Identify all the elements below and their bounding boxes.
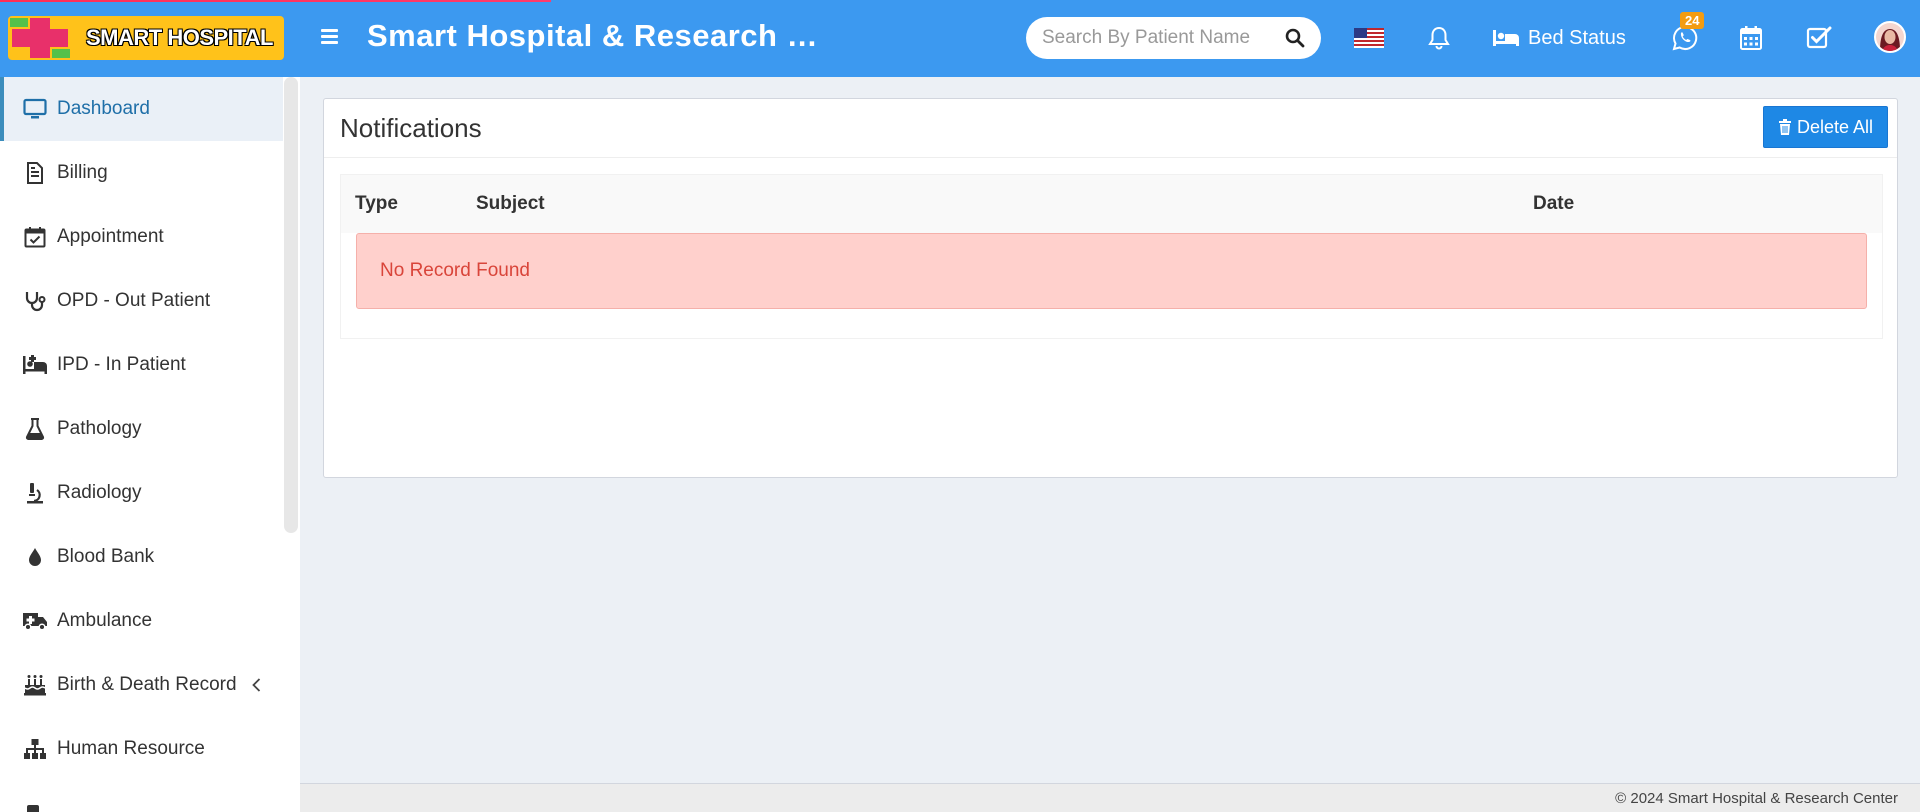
delete-all-button[interactable]: Delete All — [1763, 106, 1888, 148]
ambulance-icon — [22, 608, 48, 634]
sidebar-item-radiology[interactable]: Radiology — [0, 461, 283, 525]
sidebar-item-label: Appointment — [57, 226, 164, 247]
search-input[interactable] — [1042, 27, 1262, 49]
monitor-icon — [22, 96, 48, 122]
us-flag-icon[interactable] — [1354, 28, 1384, 48]
sidebar-item-opd[interactable]: OPD - Out Patient — [0, 269, 283, 333]
task-check-icon[interactable] — [1803, 22, 1835, 54]
notifications-panel: Notifications Delete All Type Subject Da… — [323, 98, 1898, 478]
flask-icon — [22, 416, 48, 442]
bed-status-label: Bed Status — [1528, 26, 1626, 49]
microscope-icon — [22, 480, 48, 506]
calendar-check-icon — [22, 224, 48, 250]
menu-icon[interactable] — [318, 26, 342, 50]
table-header: Type Subject Date — [341, 175, 1882, 233]
sidebar-item-label: Billing — [57, 162, 108, 183]
sidebar-item-label: Birth & Death Record — [57, 674, 237, 695]
bed-status-button[interactable]: Bed Status — [1492, 22, 1632, 54]
bell-icon[interactable] — [1424, 22, 1454, 54]
app-title: Smart Hospital & Research Center — [367, 18, 837, 53]
calendar-icon[interactable] — [1736, 22, 1766, 54]
logo-cross-icon — [8, 16, 74, 60]
trash-icon — [1778, 119, 1791, 135]
column-header-type: Type — [355, 193, 398, 214]
sidebar-item-pathology[interactable]: Pathology — [0, 397, 283, 461]
birthday-cake-icon — [22, 672, 48, 698]
sidebar-item-label: Dashboard — [57, 98, 150, 119]
search-icon[interactable] — [1285, 28, 1305, 48]
page-title: Notifications — [340, 113, 482, 143]
sidebar-next-item-icon — [27, 805, 39, 812]
search-bar — [1026, 17, 1321, 59]
sidebar-item-label: OPD - Out Patient — [57, 290, 211, 311]
stethoscope-icon — [22, 288, 48, 314]
blood-drop-icon — [22, 544, 48, 570]
empty-state-alert: No Record Found — [356, 233, 1867, 309]
sitemap-icon — [22, 736, 48, 762]
delete-all-label: Delete All — [1796, 116, 1874, 137]
sidebar-item-blood-bank[interactable]: Blood Bank — [0, 525, 283, 589]
notifications-table: Type Subject Date No Record Found — [340, 174, 1883, 339]
sidebar-item-label: Blood Bank — [57, 546, 155, 567]
user-avatar[interactable] — [1874, 21, 1906, 53]
empty-state-message: No Record Found — [380, 260, 530, 281]
sidebar-item-billing[interactable]: Billing — [0, 141, 283, 205]
sidebar-item-human-resource[interactable]: Human Resource — [0, 717, 283, 781]
sidebar: Dashboard Billing Appointment OPD - Out … — [0, 77, 300, 812]
logo-text: SMART HOSPITAL — [86, 25, 273, 50]
panel-header: Notifications Delete All — [324, 99, 1897, 158]
footer: © 2024 Smart Hospital & Research Center — [300, 783, 1920, 812]
sidebar-item-appointment[interactable]: Appointment — [0, 205, 283, 269]
bed-icon — [1493, 30, 1519, 46]
hospital-bed-icon — [22, 352, 48, 378]
copyright-text: © 2024 Smart Hospital & Research Center — [1615, 790, 1898, 807]
sidebar-item-label: Ambulance — [57, 610, 153, 631]
sidebar-item-ipd[interactable]: IPD - In Patient — [0, 333, 283, 397]
column-header-subject: Subject — [476, 193, 545, 214]
invoice-icon — [22, 160, 48, 186]
sidebar-item-ambulance[interactable]: Ambulance — [0, 589, 283, 653]
sidebar-scrollbar[interactable] — [284, 77, 298, 533]
hospital-logo[interactable]: SMART HOSPITAL — [8, 16, 284, 60]
chevron-left-icon[interactable] — [247, 675, 267, 695]
sidebar-item-dashboard[interactable]: Dashboard — [0, 77, 283, 141]
sidebar-item-birth-death-record[interactable]: Birth & Death Record — [0, 653, 283, 717]
sidebar-item-label: Pathology — [57, 418, 142, 439]
sidebar-item-label: Radiology — [57, 482, 142, 503]
top-header: SMART HOSPITAL Smart Hospital & Research… — [0, 0, 1920, 77]
chat-count-badge: 24 — [1680, 12, 1705, 29]
column-header-date: Date — [1533, 193, 1575, 214]
page-load-progress — [0, 0, 551, 2]
sidebar-item-label: IPD - In Patient — [57, 354, 186, 375]
sidebar-item-label: Human Resource — [57, 738, 205, 759]
